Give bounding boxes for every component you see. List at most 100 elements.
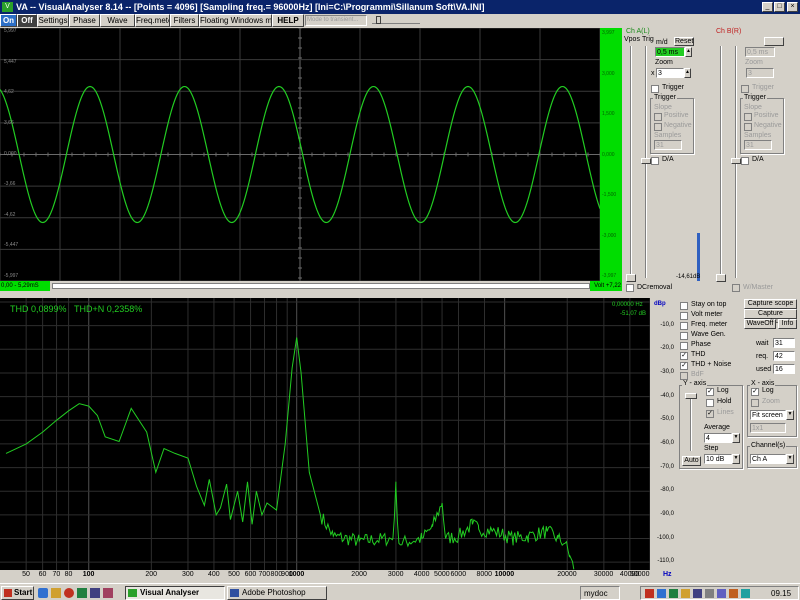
ie-icon[interactable] [38,588,48,598]
channels-title: Channel(s) [750,442,787,449]
maximize-button[interactable]: □ [774,2,785,12]
cha-negative-radio[interactable] [654,123,662,131]
app-icon-4[interactable] [103,588,113,598]
dcremoval-checkbox[interactable] [626,284,634,292]
tray-icon-1[interactable] [645,589,654,598]
cha-positive-radio[interactable] [654,113,662,121]
tray-icon-7[interactable] [741,589,750,598]
capture-scope-button[interactable]: Capture scope [744,299,797,309]
filters-button[interactable]: Filters [170,14,199,27]
x-zoom-checkbox[interactable] [751,399,759,407]
task-visual-analyser[interactable]: Visual Analyser [125,586,225,600]
tray-icon-6[interactable] [729,589,738,598]
phase-checkbox[interactable] [680,342,688,350]
freq-meter-button[interactable]: Freq.meter [135,14,170,27]
step-dropdown-icon[interactable]: ▼ [732,454,740,464]
off-button[interactable]: Off [17,14,37,27]
waveoff-button[interactable]: WaveOff [744,319,776,329]
task-photoshop[interactable]: Adobe Photoshop [227,586,327,600]
minimize-button[interactable]: _ [762,2,773,12]
cha-vpos-slider[interactable] [630,46,632,278]
volt-meter-label: Volt meter [691,311,723,318]
chb-vpos-thumb[interactable] [716,274,726,282]
step-select[interactable]: 10 dB [704,454,732,464]
auto-button[interactable]: Auto [682,456,701,466]
freq-meter-checkbox[interactable] [680,322,688,330]
on-button[interactable]: On [0,14,17,27]
tray-icon-2[interactable] [657,589,666,598]
x-scale-select[interactable]: 1x1 [750,423,786,433]
hold-label: Hold [717,398,732,405]
x-log-checkbox[interactable]: ✓ [751,388,759,396]
volt-meter-checkbox[interactable] [680,312,688,320]
chb-samples-field[interactable]: 31 [744,140,772,150]
info-button[interactable]: Info [778,319,797,329]
thd-noise-label: THD + Noise [691,361,732,368]
dcremoval-label: DCremoval [637,284,673,291]
chb-trig-thumb[interactable] [731,158,741,164]
chb-trigger-checkbox[interactable] [741,85,749,93]
y-log-checkbox[interactable]: ✓ [706,388,714,396]
chb-master-checkbox[interactable] [732,284,740,292]
y-axis-slider[interactable] [690,393,692,451]
settings-button[interactable]: Settings [37,14,69,27]
channel-select[interactable]: Ch A [750,454,786,464]
folder-icon[interactable] [51,588,61,598]
stay-on-top-label: Stay on top [691,301,727,308]
channel-dropdown-icon[interactable]: ▼ [786,454,794,464]
start-button[interactable]: Start [1,586,34,600]
chb-timebase-field[interactable]: 0,5 ms [745,47,775,57]
stay-on-top-checkbox[interactable] [680,302,688,310]
cha-vpos-thumb[interactable] [626,274,636,282]
chb-positive-radio[interactable] [744,113,752,121]
chb-reset-button[interactable] [764,37,784,46]
floating-windows-button[interactable]: Floating Windows mode [199,14,272,27]
chb-zoom-field[interactable]: 3 [746,68,774,78]
cha-title: Ch A(L) [626,28,650,35]
wave-gen-checkbox[interactable] [680,332,688,340]
y-axis-slider-thumb[interactable] [685,393,697,399]
cha-zoom-field[interactable]: 3 [656,68,684,78]
speed-slider-thumb[interactable] [376,16,381,24]
chb-negative-radio[interactable] [744,123,752,131]
cha-timebase-field[interactable]: 0,5 ms [655,47,685,57]
spectrum-y-tick: -70,0 [660,463,674,470]
app-icon-1[interactable] [64,588,74,598]
tray-icon-5[interactable] [693,589,702,598]
cha-trig-thumb[interactable] [641,158,651,164]
y-log-label: Log [717,387,729,394]
speed-slider[interactable] [372,16,420,24]
tray-icon-3[interactable] [669,589,678,598]
fit-select[interactable]: Fit screen [750,410,786,420]
tray-icon-4[interactable] [681,589,690,598]
capture-spectrum-button[interactable]: Capture spectrum [744,309,797,325]
lines-checkbox[interactable]: ✓ [706,410,714,418]
req-label: req. [756,353,769,360]
wave-button[interactable]: Wave [100,14,135,27]
phase-button[interactable]: Phase [69,14,100,27]
scope-scrollbar[interactable] [52,283,590,289]
hold-checkbox[interactable] [706,399,714,407]
cha-trigger-checkbox[interactable] [651,85,659,93]
app-icon-3[interactable] [90,588,100,598]
thd-noise-checkbox[interactable]: ✓ [680,362,688,370]
speaker-icon[interactable] [705,589,714,598]
average-dropdown-icon[interactable]: ▼ [732,433,740,443]
cha-da-checkbox[interactable] [651,157,659,165]
chb-da-checkbox[interactable] [741,157,749,165]
fit-dropdown-icon[interactable]: ▼ [786,410,794,420]
network-icon[interactable] [717,589,726,598]
thd-checkbox[interactable]: ✓ [680,352,688,360]
bdf-checkbox[interactable] [680,372,688,380]
cha-zoom-spin[interactable]: ▲ [684,68,691,78]
close-button[interactable]: × [787,2,798,12]
address-bar[interactable]: mydoc [580,586,620,600]
help-button[interactable]: HELP [272,14,304,27]
average-select[interactable]: 4 [704,433,732,443]
cha-timebase-spin[interactable]: ▲ [685,47,692,57]
chb-vpos-slider[interactable] [720,46,722,278]
app-icon-2[interactable] [77,588,87,598]
cha-reset-button[interactable]: Reset [674,37,694,46]
cha-samples-field[interactable]: 31 [654,140,682,150]
mode-combo[interactable]: Mode to transient... [305,15,367,26]
